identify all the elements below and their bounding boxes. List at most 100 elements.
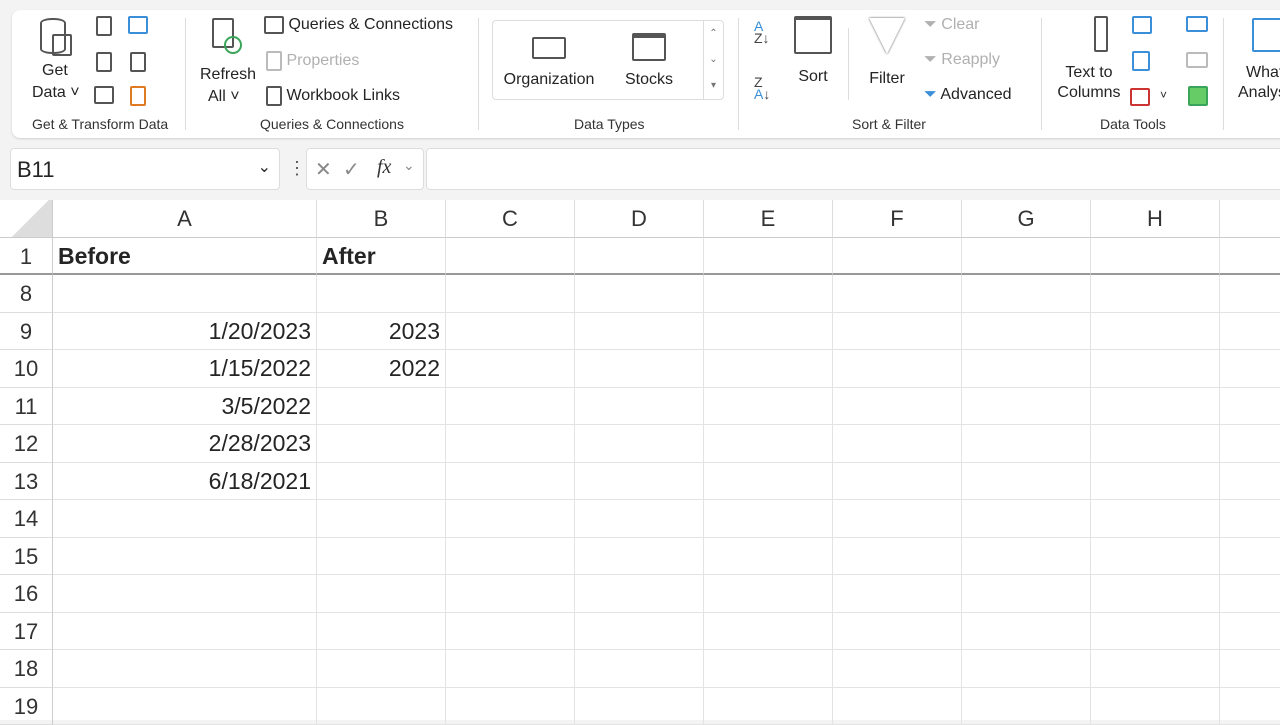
cell-G8[interactable]	[962, 275, 1091, 313]
sort-z-a-button[interactable]: ZA↓	[754, 76, 770, 100]
insert-function-button[interactable]: fx	[377, 156, 391, 179]
cell-E12[interactable]	[704, 425, 833, 463]
column-header-D[interactable]: D	[575, 200, 704, 238]
row-header-19[interactable]: 19	[0, 688, 53, 725]
cell-C16[interactable]	[446, 575, 575, 613]
row-header-9[interactable]: 9	[0, 313, 53, 351]
cell-A13[interactable]: 6/18/2021	[53, 463, 317, 501]
cell-A1[interactable]: Before	[53, 238, 317, 275]
cell-H13[interactable]	[1091, 463, 1220, 501]
data-validation-dropdown[interactable]: ˅	[1160, 88, 1167, 102]
advanced-button[interactable]: ⏷ Advanced	[924, 86, 1012, 104]
cell-G11[interactable]	[962, 388, 1091, 426]
cell-D12[interactable]	[575, 425, 704, 463]
what-if-analysis-button[interactable]: What-If Analysis	[1238, 14, 1280, 102]
row-header-14[interactable]: 14	[0, 500, 53, 538]
cell-H1[interactable]	[1091, 238, 1220, 275]
cell-F16[interactable]	[833, 575, 962, 613]
row-header-18[interactable]: 18	[0, 650, 53, 688]
cell-F10[interactable]	[833, 350, 962, 388]
cell-G14[interactable]	[962, 500, 1091, 538]
sort-a-z-button[interactable]: AZ↓	[754, 20, 770, 44]
data-validation-icon[interactable]	[1130, 88, 1150, 106]
organization-button[interactable]: Organization	[499, 31, 599, 89]
workbook-links-button[interactable]: Workbook Links	[266, 86, 400, 106]
cell-D18[interactable]	[575, 650, 704, 688]
cell-G9[interactable]	[962, 313, 1091, 351]
cell-G15[interactable]	[962, 538, 1091, 576]
from-web-icon[interactable]	[96, 52, 112, 72]
formula-bar-grip-icon[interactable]: ⋮	[288, 158, 306, 179]
cell-C11[interactable]	[446, 388, 575, 426]
cell-I18[interactable]	[1220, 650, 1280, 688]
cell-G19[interactable]	[962, 688, 1091, 725]
cell-H19[interactable]	[1091, 688, 1220, 725]
cell-A19[interactable]	[53, 688, 317, 725]
cell-F9[interactable]	[833, 313, 962, 351]
queries-connections-button[interactable]: Queries & Connections	[264, 16, 453, 34]
recent-sources-icon[interactable]	[130, 52, 146, 72]
cell-H17[interactable]	[1091, 613, 1220, 651]
cell-A15[interactable]	[53, 538, 317, 576]
cell-A8[interactable]	[53, 275, 317, 313]
cell-F17[interactable]	[833, 613, 962, 651]
properties-button[interactable]: Properties	[266, 51, 359, 71]
cell-I19[interactable]	[1220, 688, 1280, 725]
cell-D19[interactable]	[575, 688, 704, 725]
cell-A16[interactable]	[53, 575, 317, 613]
fx-dropdown-icon[interactable]: ⌄	[403, 157, 415, 174]
cell-E8[interactable]	[704, 275, 833, 313]
cell-I10[interactable]	[1220, 350, 1280, 388]
cell-E16[interactable]	[704, 575, 833, 613]
remove-duplicates-icon[interactable]	[1132, 51, 1150, 71]
name-box-dropdown-icon[interactable]: ⌄	[258, 157, 271, 177]
cell-G12[interactable]	[962, 425, 1091, 463]
cell-E9[interactable]	[704, 313, 833, 351]
gallery-scroll[interactable]: ⌃⌄▾	[703, 21, 723, 99]
cell-B17[interactable]	[317, 613, 446, 651]
cell-B10[interactable]: 2022	[317, 350, 446, 388]
cell-D16[interactable]	[575, 575, 704, 613]
cell-E1[interactable]	[704, 238, 833, 275]
cell-B15[interactable]	[317, 538, 446, 576]
cell-C15[interactable]	[446, 538, 575, 576]
column-header-F[interactable]: F	[833, 200, 962, 238]
column-header-A[interactable]: A	[53, 200, 317, 238]
cell-E10[interactable]	[704, 350, 833, 388]
select-all-button[interactable]	[0, 200, 53, 238]
cell-C14[interactable]	[446, 500, 575, 538]
cell-C17[interactable]	[446, 613, 575, 651]
row-header-12[interactable]: 12	[0, 425, 53, 463]
cell-D14[interactable]	[575, 500, 704, 538]
cell-C19[interactable]	[446, 688, 575, 725]
cell-I12[interactable]	[1220, 425, 1280, 463]
from-picture-icon[interactable]	[128, 16, 148, 34]
cell-A12[interactable]: 2/28/2023	[53, 425, 317, 463]
cell-F8[interactable]	[833, 275, 962, 313]
cell-B11[interactable]	[317, 388, 446, 426]
cell-G16[interactable]	[962, 575, 1091, 613]
cell-H18[interactable]	[1091, 650, 1220, 688]
cell-G17[interactable]	[962, 613, 1091, 651]
cell-E19[interactable]	[704, 688, 833, 725]
cell-C10[interactable]	[446, 350, 575, 388]
cell-I14[interactable]	[1220, 500, 1280, 538]
cell-C8[interactable]	[446, 275, 575, 313]
name-box[interactable]: B11⌄	[10, 148, 280, 190]
cell-F12[interactable]	[833, 425, 962, 463]
cell-F14[interactable]	[833, 500, 962, 538]
row-header-17[interactable]: 17	[0, 613, 53, 651]
cell-F13[interactable]	[833, 463, 962, 501]
cell-B19[interactable]	[317, 688, 446, 725]
cell-D17[interactable]	[575, 613, 704, 651]
column-header-H[interactable]: H	[1091, 200, 1220, 238]
cell-D10[interactable]	[575, 350, 704, 388]
cell-I15[interactable]	[1220, 538, 1280, 576]
cell-G18[interactable]	[962, 650, 1091, 688]
cell-D8[interactable]	[575, 275, 704, 313]
cell-C12[interactable]	[446, 425, 575, 463]
row-header-15[interactable]: 15	[0, 538, 53, 576]
cell-I17[interactable]	[1220, 613, 1280, 651]
cell-I1[interactable]	[1220, 238, 1280, 275]
cell-H12[interactable]	[1091, 425, 1220, 463]
